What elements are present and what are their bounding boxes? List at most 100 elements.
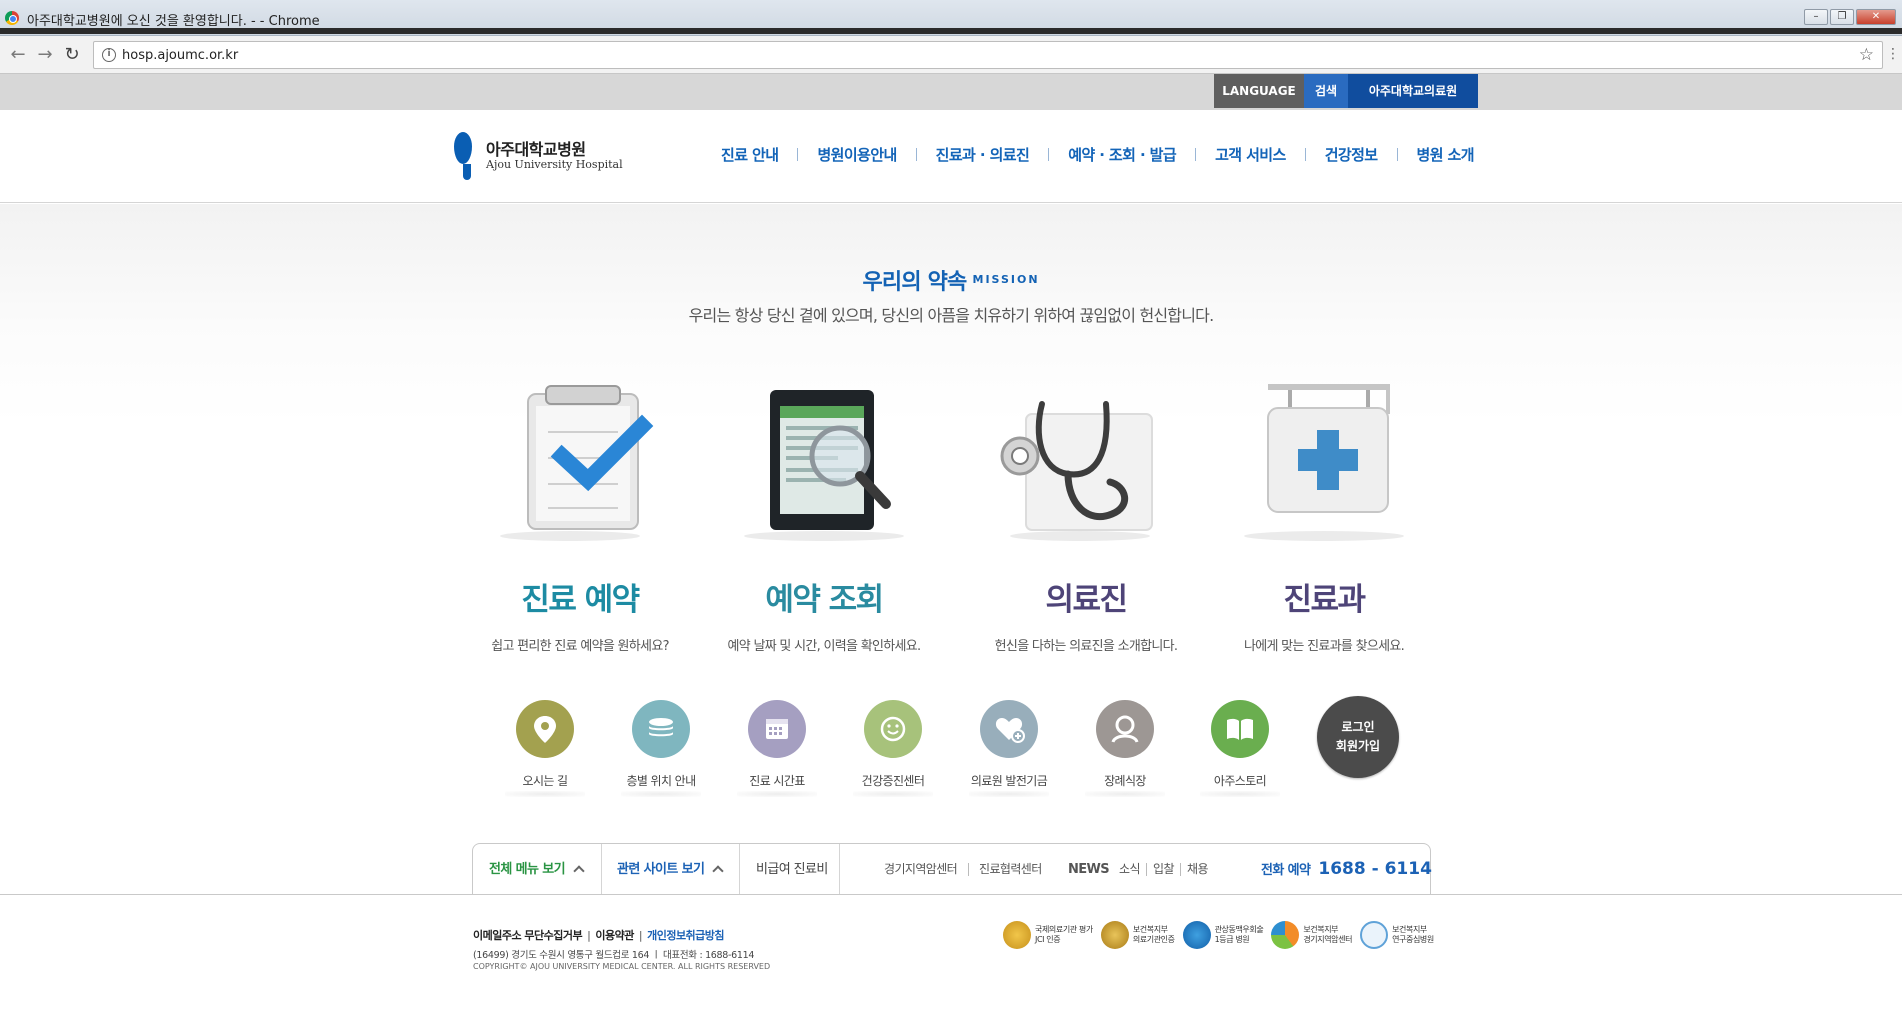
cooperation-center-link[interactable]: 진료협력센터 [979,844,1042,895]
footer-address: (16499) 경기도 수원시 영통구 월드컵로 164 ㅣ 대표전화 : 16… [473,950,755,961]
cert-line: 경기지역암센터 [1303,935,1353,944]
info-icon[interactable]: i [102,48,116,62]
quick-link-floor-guide[interactable]: 층별 위치 안내 [613,700,709,797]
map-pin-icon [516,700,574,758]
all-menu-label: 전체 메뉴 보기 [489,862,566,877]
related-sites-toggle[interactable]: 관련 사이트 보기 [617,844,725,895]
window-titlebar: 아주대학교병원에 오신 것을 환영합니다. - - Chrome – ❐ ✕ [0,0,1902,36]
link-divider [968,863,969,876]
news-heading: NEWS [1068,862,1110,877]
nav-about[interactable]: 병원 소개 [1398,144,1493,165]
feature-reservation-lookup[interactable]: 예약 조회 예약 날짜 및 시간, 이력을 확인하세요. [714,374,934,654]
menu-icon[interactable]: ⋮ [1886,46,1900,62]
phone-reservation[interactable]: 전화 예약 1688 - 6114 [1261,844,1432,895]
phone-label: 전화 예약 [1261,863,1311,878]
reload-icon[interactable]: ↻ [62,45,82,65]
certification-list: 국제의료기관 평가 JCI 인증 보건복지부 의료기관인증 관상동맥우회술 1등급 병… [1003,921,1434,949]
quick-link-label: 진료 시간표 [749,774,805,788]
non-covered-fees-link[interactable]: 비급여 진료비 [756,844,828,895]
cert-line: 국제의료기관 평가 [1035,925,1093,934]
cancer-center-link[interactable]: 경기지역암센터 [884,844,958,895]
news-link[interactable]: 소식 [1119,844,1140,895]
hospital-logo[interactable]: 아주대학교병원 Ajou University Hospital [452,130,623,186]
quick-link-label: 의료원 발전기금 [970,774,1048,788]
all-menu-toggle[interactable]: 전체 메뉴 보기 [489,844,585,895]
restore-button[interactable]: ❐ [1830,9,1854,25]
logo-english: Ajou University Hospital [486,158,623,171]
language-button[interactable]: LANGUAGE [1214,74,1304,108]
nav-hospital-usage[interactable]: 병원이용안내 [798,144,915,165]
chevron-up-icon [712,865,725,877]
browser-toolbar: ← → ↻ i hosp.ajoumc.or.kr ☆ ⋮ [0,36,1902,74]
logo-mark-tail [463,164,471,180]
tab-strip [0,28,1208,34]
feature-title: 예약 조회 [765,582,884,618]
quick-link-label: 장례식장 [1104,774,1146,788]
quick-link-development-fund[interactable]: 의료원 발전기금 [961,700,1057,797]
footer-divider-bar: | [638,929,643,942]
person-icon [1096,700,1154,758]
main-content: 우리의 약속 MISSION 우리는 항상 당신 곁에 있으며, 당신의 아픔을 … [0,204,1902,894]
forward-icon[interactable]: → [35,45,55,65]
quick-link-ajou-story[interactable]: 아주스토리 [1192,700,1288,797]
cert-line: JCI 인증 [1035,935,1061,944]
mission-title: 우리의 약속 [862,270,967,295]
login-signup-button[interactable]: 로그인 회원가입 [1317,696,1399,778]
feature-doctors[interactable]: 의료진 헌신을 다하는 의료진을 소개합니다. [976,374,1196,654]
quick-link-shadow [1085,791,1165,797]
nav-customer-service[interactable]: 고객 서비스 [1196,144,1305,165]
accreditation-seal-icon [1100,921,1129,949]
feature-departments[interactable]: 진료과 나에게 맞는 진료과를 찾으세요. [1214,374,1434,654]
quick-link-label: 건강증진센터 [861,774,925,788]
privacy-policy-link[interactable]: 개인정보취급방침 [647,929,724,942]
quick-link-shadow [853,791,933,797]
back-icon[interactable]: ← [8,45,28,65]
research-hospital-logo-icon [1360,921,1389,949]
bid-link[interactable]: 입찰 [1153,844,1174,895]
cert-jci: 국제의료기관 평가 JCI 인증 [1003,921,1093,949]
nav-health-info[interactable]: 건강정보 [1306,144,1397,165]
feature-title: 의료진 [1045,582,1128,618]
email-policy-link[interactable]: 이메일주소 무단수집거부 [473,929,583,942]
tablet-magnifier-icon [714,374,934,544]
footer-links: 이메일주소 무단수집거부 | 이용약관 | 개인정보취급방침 [473,927,725,943]
cert-cancer-center: 보건복지부 경기지역암센터 [1271,921,1352,949]
cert-mohw-accreditation: 보건복지부 의료기관인증 [1100,921,1175,949]
ajou-medical-center-link[interactable]: 아주대학교의료원 [1348,74,1478,108]
nav-reservation[interactable]: 예약 · 조회 · 발급 [1049,144,1195,165]
bookmark-star-icon[interactable]: ☆ [1859,45,1874,65]
footer-divider-bar: | [587,929,591,942]
link-divider [1146,863,1147,876]
quick-link-health-center[interactable]: 건강증진센터 [845,700,941,797]
nav-medical-guide[interactable]: 진료 안내 [702,144,797,165]
layers-icon [632,700,690,758]
site-header: 아주대학교병원 Ajou University Hospital 진료 안내 병… [0,110,1902,203]
quick-link-schedule[interactable]: 진료 시간표 [729,700,825,797]
login-label: 로그인 [1341,720,1375,734]
feature-desc: 헌신을 다하는 의료진을 소개합니다. [994,639,1178,654]
feature-desc: 예약 날짜 및 시간, 이력을 확인하세요. [727,639,922,654]
address-bar[interactable]: i hosp.ajoumc.or.kr ☆ [93,41,1883,69]
nav-departments-doctors[interactable]: 진료과 · 의료진 [917,144,1049,165]
bar-divider [739,844,740,895]
url-text[interactable]: hosp.ajoumc.or.kr [122,48,238,63]
book-icon [1211,700,1269,758]
search-button[interactable]: 검색 [1304,74,1348,108]
quick-link-directions[interactable]: 오시는 길 [497,700,593,797]
cert-line: 의료기관인증 [1132,935,1175,944]
stethoscope-icon [976,374,1196,544]
calendar-icon [748,700,806,758]
close-button[interactable]: ✕ [1856,9,1896,25]
recruit-link[interactable]: 채용 [1187,844,1208,895]
quick-link-funeral-hall[interactable]: 장례식장 [1077,700,1173,797]
quick-link-shadow [621,791,701,797]
utility-bar: LANGUAGE 검색 아주대학교의료원 [0,74,1902,110]
feature-desc: 쉽고 편리한 진료 예약을 원하세요? [491,639,669,654]
terms-link[interactable]: 이용약관 [595,929,634,942]
footer-copyright: COPYRIGHT© AJOU UNIVERSITY MEDICAL CENTE… [473,962,771,971]
related-sites-label: 관련 사이트 보기 [617,862,705,877]
cert-line: 보건복지부 [1392,925,1427,934]
minimize-button[interactable]: – [1804,9,1828,25]
bar-divider [839,844,840,895]
feature-reservation[interactable]: 진료 예약 쉽고 편리한 진료 예약을 원하세요? [470,374,690,654]
